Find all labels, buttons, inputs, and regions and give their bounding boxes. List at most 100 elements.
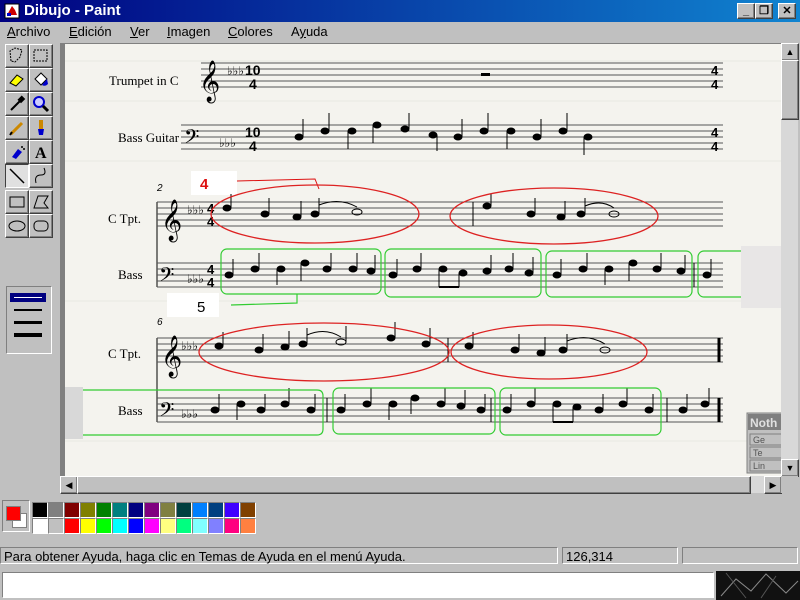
polygon-icon[interactable]	[29, 190, 53, 214]
color-swatch[interactable]	[80, 502, 96, 518]
status-help-text: Para obtener Ayuda, haga clic en Temas d…	[0, 547, 558, 564]
color-swatch[interactable]	[144, 518, 160, 534]
curve-icon[interactable]	[29, 164, 53, 188]
title-bar[interactable]: Dibujo - Paint _ ❐ ✕	[0, 0, 800, 22]
color-swatch[interactable]	[208, 502, 224, 518]
color-swatch[interactable]	[80, 518, 96, 534]
horizontal-scroll-thumb[interactable]	[77, 476, 751, 494]
canvas-scroll-area: Trumpet in C Bass Guitar 𝄞 ♭♭♭ 10 4 4 4 …	[60, 43, 784, 478]
free-form-select-icon[interactable]	[5, 44, 29, 68]
popup-item-ge[interactable]: Ge	[753, 435, 765, 445]
red-ellipse-annotation	[449, 187, 659, 245]
color-swatch[interactable]	[224, 502, 240, 518]
color-swatch[interactable]	[240, 502, 256, 518]
color-swatch[interactable]	[224, 518, 240, 534]
green-box-annotations	[220, 248, 749, 306]
rectangle-icon[interactable]	[5, 190, 29, 214]
label-bass-1: Bass	[118, 267, 143, 282]
drawing-canvas[interactable]: Trumpet in C Bass Guitar 𝄞 ♭♭♭ 10 4 4 4 …	[65, 44, 783, 477]
svg-text:♭♭♭: ♭♭♭	[227, 64, 244, 78]
status-bar: Para obtener Ayuda, haga clic en Temas d…	[0, 545, 800, 567]
color-swatch[interactable]	[192, 502, 208, 518]
foreground-color-swatch[interactable]	[6, 506, 21, 521]
background-window	[2, 572, 714, 598]
scrollbar-corner	[781, 476, 798, 493]
color-swatch[interactable]	[128, 518, 144, 534]
eraser-icon[interactable]	[5, 68, 29, 92]
bass-notes-1	[224, 253, 712, 288]
minimize-button[interactable]: _	[737, 3, 755, 19]
svg-text:4: 4	[711, 139, 719, 154]
color-picker-icon[interactable]	[5, 92, 29, 116]
menu-colores[interactable]: Colores	[228, 24, 273, 39]
color-swatch[interactable]	[96, 518, 112, 534]
color-swatch[interactable]	[112, 518, 128, 534]
menu-edicion[interactable]: Edición	[69, 24, 112, 39]
airbrush-icon[interactable]	[5, 140, 29, 164]
color-swatch[interactable]	[112, 502, 128, 518]
sheet-music-image: Trumpet in C Bass Guitar 𝄞 ♭♭♭ 10 4 4 4 …	[65, 60, 783, 474]
bass-clef-icon: 𝄢	[184, 126, 199, 153]
scroll-right-icon[interactable]: ▶	[764, 476, 782, 494]
color-palette	[0, 497, 800, 539]
color-swatch[interactable]	[160, 502, 176, 518]
svg-text:4: 4	[249, 138, 257, 154]
color-swatch[interactable]	[48, 502, 64, 518]
color-swatch[interactable]	[48, 518, 64, 534]
menu-imagen[interactable]: Imagen	[167, 24, 210, 39]
color-swatch[interactable]	[176, 502, 192, 518]
rect-select-icon[interactable]	[29, 44, 53, 68]
color-swatch[interactable]	[64, 518, 80, 534]
menu-ayuda[interactable]: Ayuda	[291, 24, 328, 39]
line-icon[interactable]	[5, 164, 29, 188]
popup-item-lin[interactable]: Lin	[753, 461, 765, 471]
bass-clef-icon: 𝄢	[159, 264, 174, 291]
color-swatch[interactable]	[32, 518, 48, 534]
measure-number-6: 6	[157, 317, 163, 328]
brush-icon[interactable]	[29, 116, 53, 140]
svg-text:♭♭♭: ♭♭♭	[181, 339, 198, 353]
menu-archivo[interactable]: Archivo	[7, 24, 50, 39]
line-width-3[interactable]	[14, 321, 42, 324]
annotation-5: 5	[197, 299, 205, 316]
paint-app-icon	[4, 3, 20, 19]
line-width-1-selected[interactable]	[10, 293, 46, 302]
color-swatch[interactable]	[240, 518, 256, 534]
menu-ver[interactable]: Ver	[130, 24, 150, 39]
color-swatch[interactable]	[128, 502, 144, 518]
popup-item-te[interactable]: Te	[753, 448, 763, 458]
menu-bar: Archivo Edición Ver Imagen Colores Ayuda	[0, 22, 800, 41]
label-bass-guitar: Bass Guitar	[118, 130, 180, 145]
window-title: Dibujo - Paint	[24, 2, 121, 19]
label-trumpet-in-c: Trumpet in C	[109, 73, 179, 88]
color-swatch[interactable]	[176, 518, 192, 534]
measure-number-2: 2	[156, 183, 163, 194]
scroll-up-icon[interactable]: ▲	[781, 43, 799, 61]
fill-bucket-icon[interactable]	[29, 68, 53, 92]
floating-popup[interactable]: Noth Ge Te Lin	[746, 412, 783, 474]
color-swatch[interactable]	[96, 502, 112, 518]
rounded-rect-icon[interactable]	[29, 214, 53, 238]
line-width-4[interactable]	[14, 333, 42, 337]
close-button[interactable]: ✕	[778, 3, 796, 19]
line-width-2[interactable]	[14, 309, 42, 311]
scroll-left-icon[interactable]: ◀	[60, 476, 78, 494]
color-swatch[interactable]	[32, 502, 48, 518]
color-swatch[interactable]	[144, 502, 160, 518]
magnifier-icon[interactable]	[29, 92, 53, 116]
color-swatch[interactable]	[64, 502, 80, 518]
ellipse-icon[interactable]	[5, 214, 29, 238]
green-box-annotations	[65, 387, 662, 436]
svg-text:♭♭♭: ♭♭♭	[181, 407, 198, 421]
text-icon[interactable]: A	[29, 140, 53, 164]
horizontal-scrollbar[interactable]: ◀ ▶	[60, 476, 782, 494]
restore-button[interactable]: ❐	[755, 3, 773, 19]
color-swatch[interactable]	[160, 518, 176, 534]
vertical-scrollbar[interactable]: ▲ ▼	[781, 43, 799, 477]
pencil-icon[interactable]	[5, 116, 29, 140]
color-swatch[interactable]	[208, 518, 224, 534]
scroll-down-icon[interactable]: ▼	[781, 459, 799, 477]
color-swatch[interactable]	[192, 518, 208, 534]
vertical-scroll-thumb[interactable]	[781, 60, 799, 120]
c-tpt-notes-1	[222, 194, 620, 221]
